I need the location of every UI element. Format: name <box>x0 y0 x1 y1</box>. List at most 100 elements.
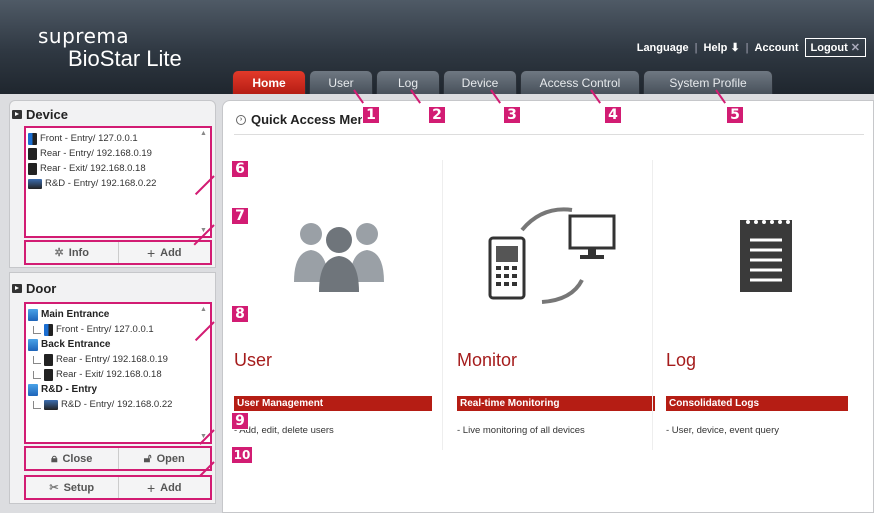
download-arrow-icon: ⬇ <box>730 42 740 54</box>
logout-button[interactable]: Logout ✕ <box>804 38 866 57</box>
list-item[interactable]: Rear - Entry/ 192.168.0.19 <box>28 146 208 161</box>
card-desc: - Live monitoring of all devices <box>457 425 585 436</box>
device-list[interactable]: Front - Entry/ 127.0.0.1 Rear - Entry/ 1… <box>24 126 212 238</box>
callout-badge-8: 8 <box>231 305 249 323</box>
monitor-card[interactable]: Monitor Real-time Monitoring - Live moni… <box>457 140 657 500</box>
tree-line <box>33 400 41 409</box>
top-links: Language | Help ⬇ | Account Logout ✕ <box>637 38 866 57</box>
tab-device[interactable]: Device <box>443 70 517 94</box>
card-bar: Consolidated Logs <box>666 396 848 411</box>
list-item[interactable]: R&D - Entry/ 192.168.0.22 <box>28 397 208 412</box>
app-header: suprema BioStar Lite Language | Help ⬇ |… <box>0 0 874 94</box>
tab-user[interactable]: User <box>309 70 373 94</box>
door-icon <box>28 308 38 321</box>
quick-access-label: Quick Access Menu <box>251 112 374 127</box>
door-group[interactable]: Back Entrance <box>28 337 208 352</box>
callout-badge-9: 9 <box>231 412 249 430</box>
main-tabs: Home User Log Device Access Control Syst… <box>232 70 773 94</box>
device-item-label: R&D - Entry/ 192.168.0.22 <box>45 178 157 189</box>
list-item[interactable]: R&D - Entry/ 192.168.0.22 <box>28 176 208 191</box>
chevron-right-icon: › <box>236 114 246 125</box>
lock-open-icon: 🔓︎ <box>143 451 152 465</box>
list-item[interactable]: Rear - Entry/ 192.168.0.19 <box>28 352 208 367</box>
door-item-label: Rear - Exit/ 192.168.0.18 <box>56 369 162 380</box>
tab-system-profile[interactable]: System Profile <box>643 70 773 94</box>
list-item[interactable]: Front - Entry/ 127.0.0.1 <box>28 322 208 337</box>
door-icon <box>28 338 38 351</box>
device-icon <box>44 323 53 336</box>
add-label: Add <box>160 481 182 494</box>
door-item-label: Rear - Entry/ 192.168.0.19 <box>56 354 168 365</box>
lock-closed-icon: 🔒︎ <box>51 451 58 465</box>
divider <box>234 134 864 135</box>
card-title: User <box>234 350 273 370</box>
door-group[interactable]: Main Entrance <box>28 307 208 322</box>
door-group-label: R&D - Entry <box>41 384 98 395</box>
info-button[interactable]: ✲ Info <box>26 242 119 263</box>
door-item-label: Front - Entry/ 127.0.0.1 <box>56 324 154 335</box>
account-link[interactable]: Account <box>755 42 799 54</box>
device-icon <box>28 178 42 189</box>
log-card[interactable]: Log Consolidated Logs - User, device, ev… <box>666 140 866 500</box>
close-door-button[interactable]: 🔒︎ Close <box>26 448 119 469</box>
door-icon <box>28 383 38 396</box>
brand-product: BioStar Lite <box>68 46 182 71</box>
logout-label: Logout <box>810 41 848 54</box>
help-label: Help <box>703 42 728 54</box>
door-group[interactable]: R&D - Entry <box>28 382 208 397</box>
add-label: Add <box>160 246 182 259</box>
list-item[interactable]: Rear - Exit/ 192.168.0.18 <box>28 367 208 382</box>
device-icon <box>44 399 58 410</box>
callout-badge-10: 10 <box>231 446 253 464</box>
help-link[interactable]: Help ⬇ <box>704 41 740 54</box>
quick-access-title: › Quick Access Menu <box>236 112 373 127</box>
door-item-label: R&D - Entry/ 192.168.0.22 <box>61 399 173 410</box>
divider <box>652 160 653 450</box>
section-arrow-icon <box>12 109 22 119</box>
tree-line <box>33 325 41 334</box>
monitor-icon <box>488 207 616 304</box>
callout-badge-5: 5 <box>726 106 744 124</box>
users-icon <box>294 223 384 292</box>
tree-line <box>33 355 41 364</box>
tab-home[interactable]: Home <box>232 70 306 94</box>
door-control-row: 🔒︎ Close 🔓︎ Open <box>24 446 212 471</box>
callout-badge-3: 3 <box>503 106 521 124</box>
device-item-label: Rear - Exit/ 192.168.0.18 <box>40 163 146 174</box>
gear-icon: ✲ <box>54 247 64 259</box>
brand-suprema: suprema <box>38 24 130 48</box>
list-item[interactable]: Front - Entry/ 127.0.0.1 <box>28 131 208 146</box>
user-card[interactable]: User User Management - Add, edit, delete… <box>234 140 434 500</box>
open-label: Open <box>156 452 185 465</box>
plus-icon: + <box>146 244 156 261</box>
card-desc: - User, device, event query <box>666 425 779 436</box>
callout-badge-6: 6 <box>231 160 249 178</box>
open-door-button[interactable]: 🔓︎ Open <box>119 448 211 469</box>
door-list[interactable]: Main Entrance Front - Entry/ 127.0.0.1 B… <box>24 302 212 444</box>
callout-badge-7: 7 <box>231 207 249 225</box>
setup-button[interactable]: ✂ Setup <box>26 477 119 498</box>
list-item[interactable]: Rear - Exit/ 192.168.0.18 <box>28 161 208 176</box>
callout-badge-4: 4 <box>604 106 622 124</box>
device-title: Device <box>26 106 68 122</box>
device-button-row: ✲ Info + Add <box>24 240 212 265</box>
tree-line <box>33 370 41 379</box>
device-item-label: Front - Entry/ 127.0.0.1 <box>40 133 138 144</box>
card-title: Monitor <box>457 350 518 370</box>
add-door-button[interactable]: + Add <box>119 477 211 498</box>
add-device-button[interactable]: + Add <box>119 242 211 263</box>
divider <box>442 160 443 450</box>
device-icon <box>44 368 53 381</box>
separator: | <box>694 41 698 54</box>
card-title: Log <box>666 350 697 370</box>
tab-access-control[interactable]: Access Control <box>520 70 640 94</box>
door-header: Door <box>10 278 215 298</box>
info-label: Info <box>68 246 89 259</box>
door-group-label: Back Entrance <box>41 339 111 350</box>
device-icon <box>44 353 53 366</box>
language-link[interactable]: Language <box>637 42 689 54</box>
callout-badge-2: 2 <box>428 106 446 124</box>
setup-label: Setup <box>63 481 95 494</box>
device-header: Device <box>10 104 215 124</box>
tab-log[interactable]: Log <box>376 70 440 94</box>
